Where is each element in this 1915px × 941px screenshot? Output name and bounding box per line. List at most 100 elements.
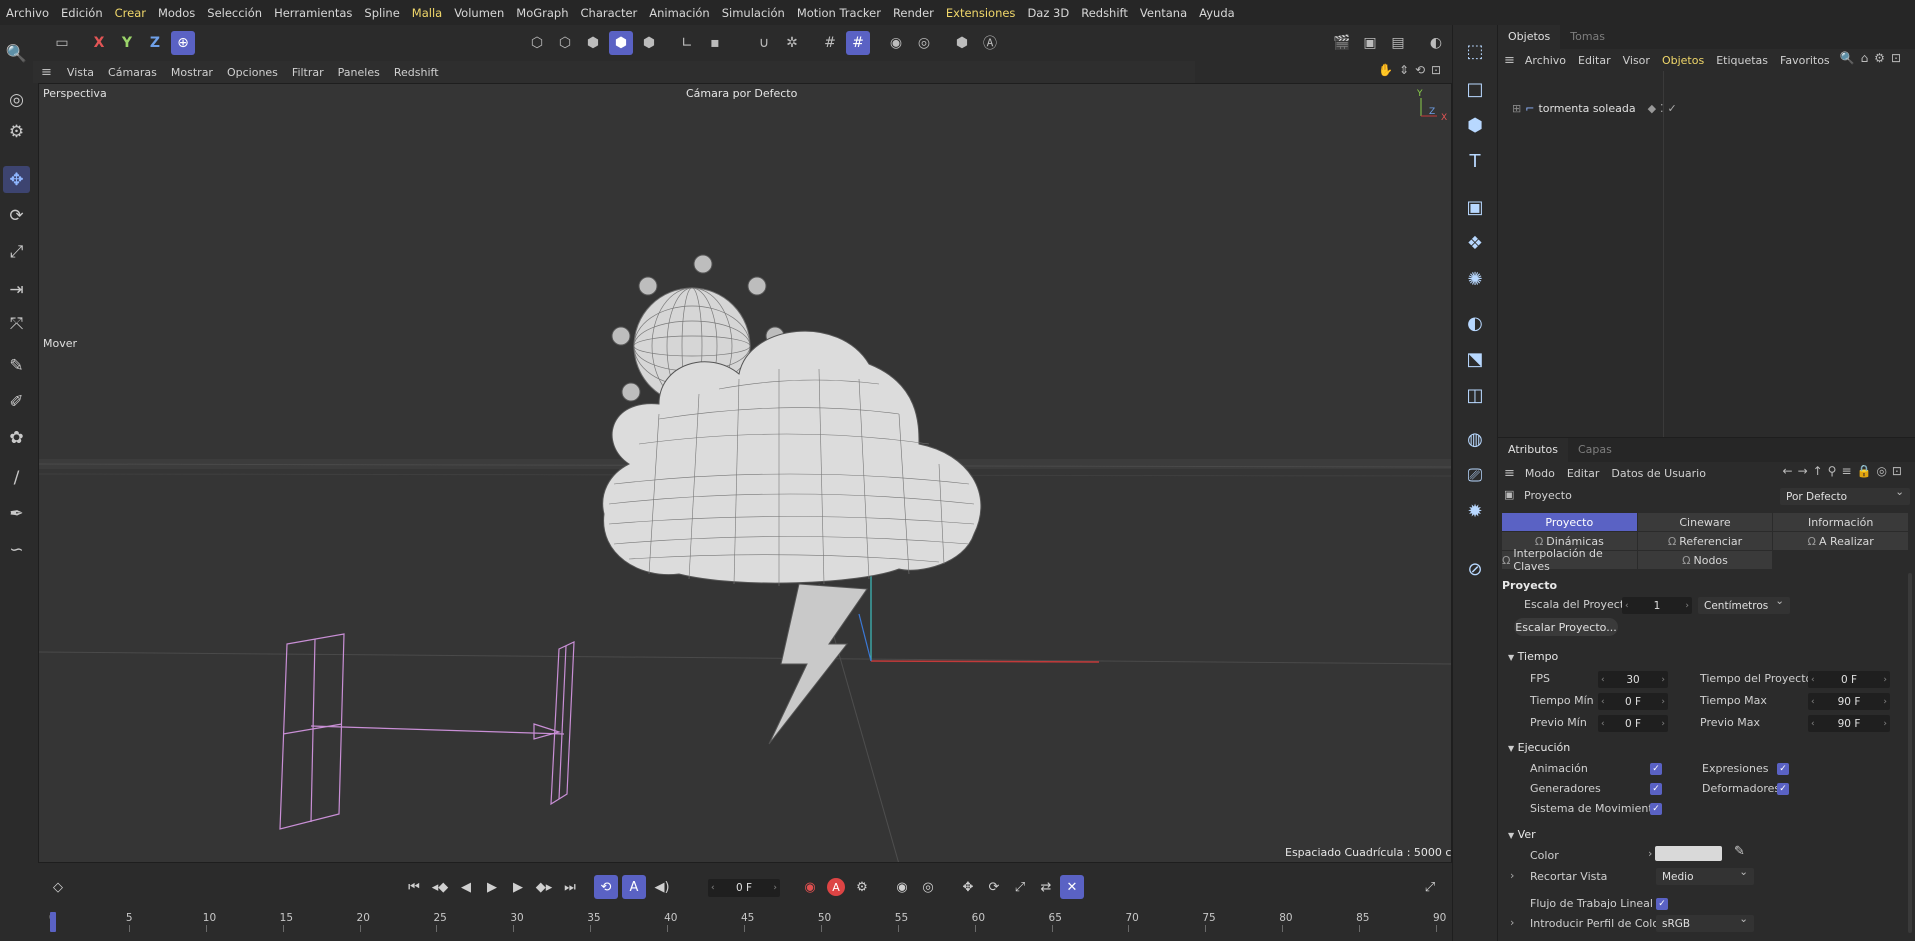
render-view-icon[interactable]: 🎬 (1330, 31, 1354, 55)
menu-item-ayuda[interactable]: Ayuda (1193, 6, 1241, 20)
menu-item-daz-3d[interactable]: Daz 3D (1021, 6, 1075, 20)
search-icon[interactable]: 🔍 (3, 40, 30, 67)
objects-menu-0[interactable]: Archivo (1519, 54, 1572, 67)
tab-objects[interactable]: Objetos (1498, 25, 1561, 49)
redshift-icon[interactable]: ⬢ (950, 31, 974, 55)
snap-grid-icon[interactable]: # (846, 31, 870, 55)
attributes-menu-2[interactable]: Datos de Usuario (1605, 467, 1712, 480)
transfer-tool-icon[interactable]: ⇥ (3, 276, 30, 303)
scene-icon[interactable]: ◫ (1461, 381, 1489, 409)
subtab-info[interactable]: Información (1773, 513, 1908, 531)
current-frame-input[interactable]: ‹ 0 F › (708, 879, 780, 897)
cube-icon[interactable]: ⬢ (1461, 111, 1489, 139)
model-mode-icon[interactable]: ⬢ (609, 31, 633, 55)
key-rotate-icon[interactable]: ⟳ (982, 875, 1006, 899)
menu-item-simulación[interactable]: Simulación (716, 6, 791, 20)
viewport-menu-2[interactable]: Mostrar (164, 66, 220, 79)
workplane-icon[interactable]: ▪ (703, 31, 727, 55)
objects-menu-4[interactable]: Etiquetas (1710, 54, 1774, 67)
menu-item-edición[interactable]: Edición (55, 6, 109, 20)
view-section[interactable]: ▼ Ver (1508, 828, 1536, 841)
color-swatch[interactable] (1655, 846, 1722, 861)
z-axis-toggle[interactable]: Z (143, 31, 167, 55)
crop-view-select[interactable]: Medio (1656, 866, 1754, 885)
tab-attributes[interactable]: Atributos (1498, 438, 1568, 462)
rotate-tool-icon[interactable]: ⟳ (3, 202, 30, 229)
spline-pen-icon[interactable]: ✎ (3, 352, 30, 379)
viewport-menu-4[interactable]: Filtrar (285, 66, 331, 79)
deformer-icon[interactable]: ◐ (1461, 309, 1489, 337)
next-key-icon[interactable]: ◆▸ (532, 875, 556, 899)
object-name[interactable]: tormenta soleada (1538, 102, 1635, 115)
attributes-menu-0[interactable]: Modo (1519, 467, 1561, 480)
menu-item-character[interactable]: Character (575, 6, 644, 20)
timeline-expand-icon[interactable]: ⤢ (1418, 875, 1442, 899)
objects-menu-1[interactable]: Editar (1572, 54, 1617, 67)
fps-input[interactable]: ‹ 30 › (1598, 671, 1668, 688)
tag-icon[interactable]: ⊘ (1461, 555, 1489, 583)
objects-menu-2[interactable]: Visor (1617, 54, 1656, 67)
expressions-checkbox[interactable]: ✓ (1777, 763, 1789, 775)
snap-settings-icon[interactable]: ✲ (780, 31, 804, 55)
menu-item-extensiones[interactable]: Extensiones (940, 6, 1022, 20)
deformers-checkbox[interactable]: ✓ (1777, 783, 1789, 795)
prev-key-icon[interactable]: ◂◆ (428, 875, 452, 899)
undo-icon[interactable]: ▭ (50, 31, 74, 55)
menu-item-motion-tracker[interactable]: Motion Tracker (791, 6, 887, 20)
texture-mode-icon[interactable]: ⬢ (637, 31, 661, 55)
scale-points-icon[interactable]: ⤧ (3, 310, 30, 337)
time-section[interactable]: ▼ Tiempo (1508, 650, 1558, 663)
camera-icon[interactable]: ⎚ (1461, 461, 1489, 489)
viewport-menu-5[interactable]: Paneles (331, 66, 387, 79)
execution-section[interactable]: ▼ Ejecución (1508, 741, 1570, 754)
pen-icon[interactable]: ✒ (3, 500, 30, 527)
scale-unit-select[interactable]: Centímetros (1698, 595, 1790, 614)
viewport[interactable]: Y Z X (38, 83, 1452, 863)
menu-item-mograph[interactable]: MoGraph (510, 6, 574, 20)
object-row[interactable]: ⊞ ⌐ tormenta soleada ◆ ⁚ ✓ (1512, 102, 1677, 115)
objects-toolbar-icons[interactable]: 🔍⌂⚙⊡ (1840, 51, 1907, 65)
layout-icon[interactable]: ◐ (1424, 31, 1448, 55)
project-time-input[interactable]: ‹ 0 F › (1808, 671, 1890, 688)
menu-item-ventana[interactable]: Ventana (1134, 6, 1193, 20)
menu-item-archivo[interactable]: Archivo (0, 6, 55, 20)
objects-menu-3[interactable]: Objetos (1656, 54, 1710, 67)
menu-item-selección[interactable]: Selección (201, 6, 268, 20)
keyframe-settings-icon[interactable]: ⚙ (850, 875, 874, 899)
viewport-menu-3[interactable]: Opciones (220, 66, 285, 79)
viewport-menu-6[interactable]: Redshift (387, 66, 446, 79)
y-axis-toggle[interactable]: Y (115, 31, 139, 55)
time-max-input[interactable]: ‹ 90 F › (1808, 693, 1890, 710)
objects-menu-5[interactable]: Favoritos (1774, 54, 1836, 67)
tab-takes[interactable]: Tomas (1560, 25, 1615, 49)
menu-item-volumen[interactable]: Volumen (448, 6, 510, 20)
scale-project-button[interactable]: Escalar Proyecto... (1514, 618, 1618, 636)
field-icon[interactable]: ⬔ (1461, 345, 1489, 373)
key-rotation-icon[interactable]: ◎ (916, 875, 940, 899)
render-picture-icon[interactable]: ▣ (1358, 31, 1382, 55)
tab-layers[interactable]: Capas (1568, 438, 1622, 462)
effector-icon[interactable]: ✺ (1461, 265, 1489, 293)
next-frame-icon[interactable]: ▶ (506, 875, 530, 899)
scale-input[interactable]: ‹ 1 › (1622, 597, 1692, 614)
record-icon[interactable]: ◉ (798, 875, 822, 899)
prev-frame-icon[interactable]: ◀ (454, 875, 478, 899)
render-queue-icon[interactable]: ▤ (1386, 31, 1410, 55)
preview-min-input[interactable]: ‹ 0 F › (1598, 715, 1668, 732)
attributes-nav-icons[interactable]: ←→↑⚲≡🔒◎⊡ (1783, 464, 1907, 478)
menu-item-render[interactable]: Render (887, 6, 940, 20)
text-icon[interactable]: T (1461, 147, 1489, 175)
menu-item-redshift[interactable]: Redshift (1075, 6, 1134, 20)
paint-icon[interactable]: ✿ (3, 424, 30, 451)
object-manager-icon[interactable]: ⬚ (1461, 37, 1489, 65)
edges-mode-icon[interactable]: ⬡ (553, 31, 577, 55)
axis-mode-icon[interactable]: ∟ (675, 31, 699, 55)
expand-icon[interactable]: › (1510, 869, 1514, 882)
attributes-menu-1[interactable]: Editar (1561, 467, 1606, 480)
key-move-icon[interactable]: ✥ (956, 875, 980, 899)
viewport-menu-1[interactable]: Cámaras (101, 66, 164, 79)
go-to-end-icon[interactable]: ⏭ (558, 875, 582, 899)
hamburger-icon[interactable]: ≡ (1504, 53, 1519, 68)
layer-icon[interactable]: ◆ (1648, 102, 1656, 115)
keyframe-mode-icon[interactable]: ◇ (46, 875, 70, 899)
